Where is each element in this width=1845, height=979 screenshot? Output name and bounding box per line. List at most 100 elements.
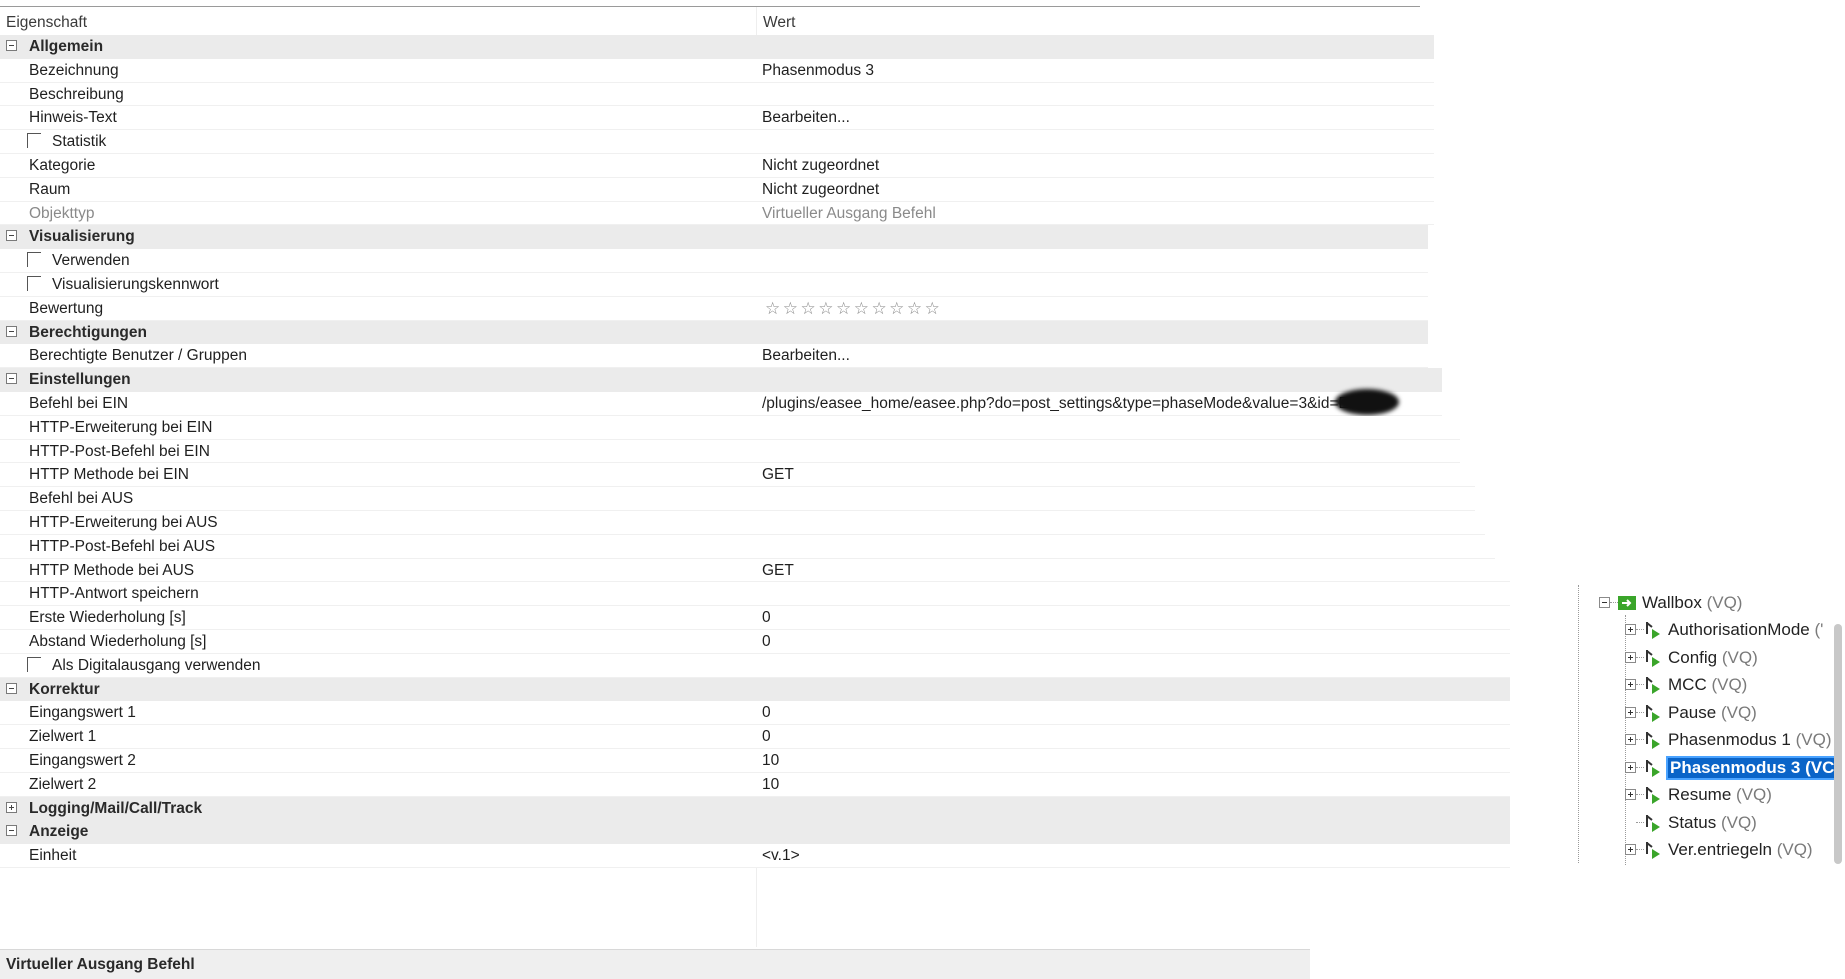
property-row[interactable]: Eingangswert 1 0	[0, 701, 1512, 726]
property-value[interactable]: 0	[762, 609, 771, 627]
property-row[interactable]: Visualisierungskennwort	[0, 272, 1512, 297]
property-label: HTTP-Antwort speichern	[29, 585, 199, 603]
virtual-output-icon	[1643, 840, 1663, 860]
property-grid: Eigenschaft Wert Allgemein Bezeichnung Pha…	[0, 0, 1512, 979]
collapse-icon[interactable]	[6, 325, 17, 337]
property-value[interactable]: 10	[762, 752, 779, 770]
property-value[interactable]: GET	[762, 466, 794, 484]
property-label: Visualisierungskennwort	[52, 275, 219, 293]
property-row[interactable]: Zielwert 2 10	[0, 772, 1512, 797]
section-row[interactable]: Anzeige	[0, 820, 1512, 845]
header-property[interactable]: Eigenschaft	[6, 14, 87, 32]
property-row[interactable]: HTTP Methode bei EIN GET	[0, 463, 1512, 488]
section-label: Einstellungen	[29, 371, 131, 389]
expand-icon[interactable]	[1625, 734, 1636, 745]
property-row[interactable]: Zielwert 1 0	[0, 725, 1512, 749]
row-background	[0, 320, 1428, 345]
property-value[interactable]: Phasenmodus 3	[762, 62, 874, 80]
property-row[interactable]: Raum Nicht zugeordnet	[0, 177, 1512, 202]
section-row[interactable]: Berechtigungen	[0, 320, 1512, 345]
collapse-icon[interactable]	[6, 230, 17, 242]
section-row[interactable]: Visualisierung	[0, 225, 1512, 250]
collapse-icon[interactable]	[6, 373, 17, 385]
expand-icon[interactable]	[1625, 789, 1636, 800]
property-label: Hinweis-Text	[29, 109, 117, 127]
property-row[interactable]: Einheit <v.1>	[0, 844, 1512, 868]
tree-item-label: AuthorisationMode ('	[1668, 620, 1823, 640]
header-value[interactable]: Wert	[763, 14, 795, 32]
property-label: Bewertung	[29, 299, 104, 317]
status-bar: Virtueller Ausgang Befehl	[0, 949, 1310, 979]
row-background	[0, 415, 1460, 440]
property-label: HTTP-Erweiterung bei AUS	[29, 513, 218, 531]
expand-icon[interactable]	[6, 801, 17, 813]
collapse-icon[interactable]	[1599, 597, 1610, 608]
tree-label-text: Ver.entriegeln	[1668, 840, 1772, 859]
row-background	[0, 772, 1510, 797]
property-row[interactable]: Als Digitalausgang verwenden	[0, 653, 1512, 678]
expand-icon[interactable]	[1625, 706, 1636, 718]
property-row[interactable]: Kategorie Nicht zugeordnet	[0, 153, 1512, 178]
property-label: Zielwert 2	[29, 775, 97, 793]
property-row[interactable]: Befehl bei AUS	[0, 487, 1512, 511]
expand-icon[interactable]	[1625, 844, 1636, 855]
collapse-icon[interactable]	[6, 825, 17, 837]
section-row[interactable]: Einstellungen	[0, 368, 1512, 392]
expand-icon[interactable]	[1625, 624, 1636, 635]
tree-label-suffix: (VQ)	[1721, 647, 1758, 667]
property-row[interactable]: HTTP-Post-Befehl bei EIN	[0, 439, 1512, 464]
property-row[interactable]: Eingangswert 2 10	[0, 748, 1512, 773]
tree-item-label: Phasenmodus 3 (VC	[1665, 755, 1839, 780]
property-row[interactable]: Berechtigte Benutzer / Gruppen Bearbeiten…	[0, 344, 1512, 369]
tree-item-label: Wallbox (VQ)	[1642, 593, 1742, 613]
property-row[interactable]: Befehl bei EIN/plugins/easee_home/easee.…	[0, 388, 1512, 416]
property-row[interactable]: HTTP-Antwort speichern	[0, 582, 1512, 607]
property-value[interactable]: GET	[762, 562, 794, 580]
property-value[interactable]: 0	[762, 728, 771, 746]
checkbox[interactable]	[27, 656, 41, 672]
expand-icon[interactable]	[1625, 679, 1636, 690]
property-row[interactable]: Verwenden	[0, 249, 1512, 273]
property-label: Raum	[29, 180, 71, 198]
section-row[interactable]: Allgemein	[0, 35, 1512, 59]
property-label: HTTP-Post-Befehl bei AUS	[29, 537, 216, 555]
collapse-icon[interactable]	[6, 40, 17, 51]
property-row[interactable]: HTTP-Erweiterung bei AUS	[0, 510, 1512, 535]
property-row[interactable]: HTTP Methode bei AUS GET	[0, 558, 1512, 583]
property-value[interactable]: /plugins/easee_home/easee.php?do=post_se…	[762, 395, 1360, 413]
row-background	[0, 439, 1460, 464]
section-label: Berechtigungen	[29, 323, 147, 341]
property-row[interactable]: Statistik	[0, 130, 1512, 154]
collapse-icon[interactable]	[6, 682, 17, 694]
property-value[interactable]: 10	[762, 776, 779, 794]
property-value[interactable]: 0	[762, 704, 771, 722]
property-value[interactable]: Nicht zugeordnet	[762, 157, 879, 175]
expand-icon[interactable]	[1625, 761, 1636, 773]
virtual-output-icon	[1643, 648, 1663, 668]
property-row[interactable]: Beschreibung	[0, 82, 1512, 107]
expand-icon[interactable]	[1625, 651, 1636, 663]
property-row[interactable]: Bezeichnung Phasenmodus 3	[0, 58, 1512, 83]
property-value[interactable]: <v.1>	[762, 847, 800, 865]
property-row[interactable]: Hinweis-Text Bearbeiten...	[0, 106, 1512, 131]
property-label: Kategorie	[29, 156, 96, 174]
property-value[interactable]: 0	[762, 633, 771, 651]
property-row[interactable]: HTTP-Erweiterung bei EIN	[0, 415, 1512, 440]
property-row[interactable]: Erste Wiederholung [s] 0	[0, 606, 1512, 630]
tree-scrollbar[interactable]	[1834, 624, 1842, 864]
checkbox[interactable]	[27, 252, 41, 268]
section-row[interactable]: Korrektur	[0, 677, 1512, 702]
checkbox[interactable]	[27, 133, 41, 149]
checkbox[interactable]	[27, 275, 41, 291]
property-row[interactable]: Abstand Wiederholung [s] 0	[0, 629, 1512, 654]
property-value[interactable]: Nicht zugeordnet	[762, 181, 879, 199]
section-row[interactable]: Logging/Mail/Call/Track	[0, 796, 1512, 821]
property-value[interactable]: Bearbeiten...	[762, 347, 850, 365]
property-value[interactable]: Bearbeiten...	[762, 109, 850, 127]
property-row[interactable]: Bewertung ☆☆☆☆☆☆☆☆☆☆	[0, 296, 1512, 321]
rating-stars[interactable]: ☆☆☆☆☆☆☆☆☆☆	[765, 299, 942, 319]
virtual-output-icon	[1643, 675, 1663, 695]
property-row[interactable]: HTTP-Post-Befehl bei AUS	[0, 534, 1512, 559]
property-row[interactable]: Objekttyp Virtueller Ausgang Befehl	[0, 201, 1512, 226]
row-background	[0, 725, 1510, 749]
